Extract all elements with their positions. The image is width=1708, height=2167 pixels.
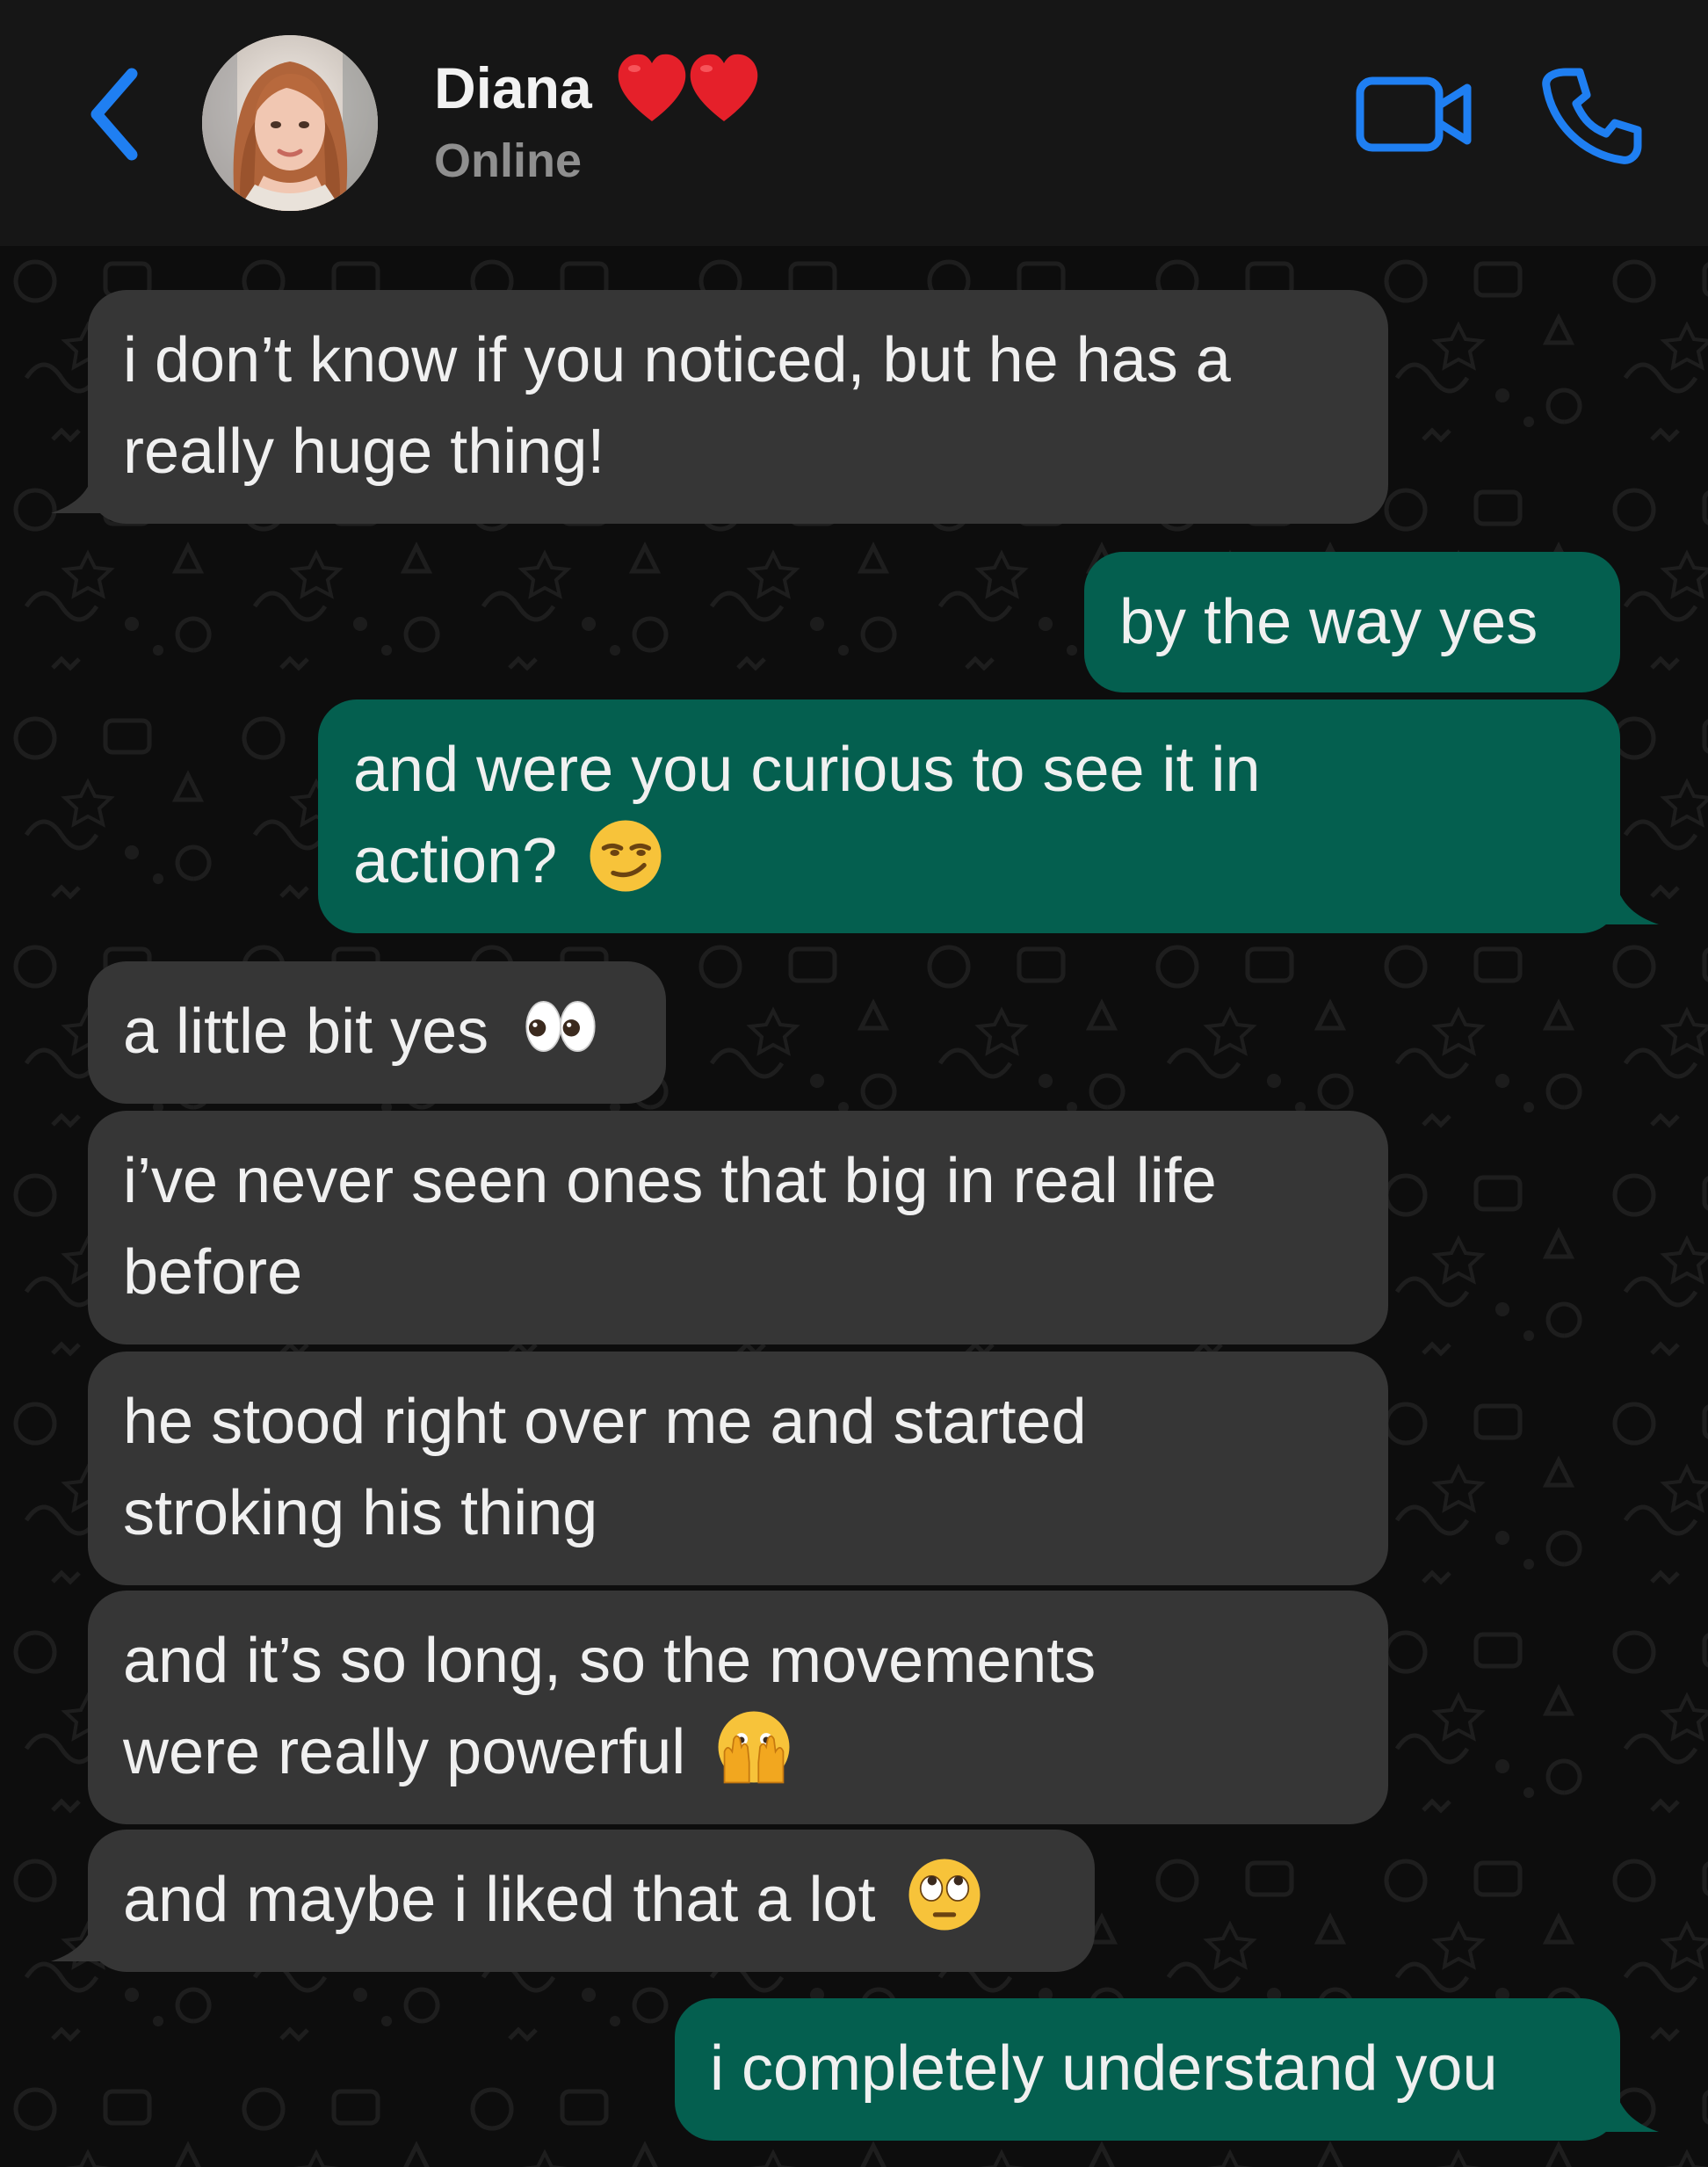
- message-bubble-incoming[interactable]: a little bit yes: [88, 961, 666, 1104]
- message-bubble-outgoing[interactable]: i completely understand you: [675, 1998, 1620, 2141]
- smirking-face-icon: [590, 820, 662, 892]
- message-text: and maybe i liked that a lot: [123, 1865, 876, 1935]
- message-line: and it’s so long, so the movements: [123, 1626, 1096, 1696]
- message-bubble-incoming[interactable]: i don’t know if you noticed, but he has …: [88, 290, 1388, 524]
- message-line: were really powerful: [123, 1707, 1353, 1798]
- bubble-tail: [1606, 2088, 1659, 2132]
- message-line: before: [123, 1237, 303, 1308]
- message-line: i’ve never seen ones that big in real li…: [123, 1146, 1217, 1216]
- message-line: and were you curious to see it in: [353, 735, 1261, 805]
- phone-call-icon: [1542, 68, 1642, 164]
- message-line: i completely understand you: [710, 2033, 1498, 2104]
- message-line: action?: [353, 815, 1585, 907]
- message-bubble-outgoing[interactable]: by the way yes: [1084, 552, 1620, 692]
- contact-avatar[interactable]: [202, 35, 378, 211]
- contact-status: Online: [434, 134, 583, 187]
- message-list[interactable]: i don’t know if you noticed, but he has …: [0, 246, 1708, 2167]
- bubble-tail: [51, 1917, 104, 1961]
- phone-call-button[interactable]: [1539, 63, 1645, 169]
- message-text: were really powerful: [123, 1717, 686, 1787]
- bubble-tail: [1606, 881, 1659, 924]
- face-with-rolling-eyes-icon: [908, 1859, 981, 1931]
- message-bubble-outgoing[interactable]: and were you curious to see it in action…: [318, 699, 1620, 933]
- chat-screen: Diana Online i don’t know if you noticed…: [0, 0, 1708, 2167]
- message-line: stroking his thing: [123, 1478, 598, 1548]
- message-bubble-incoming[interactable]: and maybe i liked that a lot: [88, 1830, 1095, 1972]
- back-button[interactable]: [77, 62, 156, 167]
- message-line: he stood right over me and started: [123, 1387, 1087, 1457]
- eyes-icon: [525, 1000, 596, 1053]
- message-text: a little bit yes: [123, 997, 489, 1067]
- message-line: really huge thing!: [123, 417, 605, 487]
- message-line: i don’t know if you noticed, but he has …: [123, 325, 1231, 395]
- message-line: a little bit yes: [123, 986, 631, 1077]
- message-bubble-incoming[interactable]: he stood right over me and started strok…: [88, 1352, 1388, 1585]
- face-with-hand-over-mouth-icon: [718, 1711, 790, 1784]
- message-bubble-incoming[interactable]: and it’s so long, so the movements were …: [88, 1591, 1388, 1824]
- avatar-photo: [202, 35, 378, 211]
- message-bubble-incoming[interactable]: i’ve never seen ones that big in real li…: [88, 1111, 1388, 1344]
- red-hearts-icon: [618, 54, 758, 121]
- chat-header: Diana Online: [0, 0, 1708, 246]
- video-call-icon: [1356, 76, 1472, 152]
- video-call-button[interactable]: [1353, 70, 1476, 158]
- message-line: and maybe i liked that a lot: [123, 1854, 1060, 1946]
- message-text: action?: [353, 826, 558, 896]
- bubble-tail: [51, 469, 104, 513]
- message-line: by the way yes: [1119, 587, 1538, 657]
- contact-name[interactable]: Diana: [434, 53, 592, 123]
- back-chevron-icon: [90, 68, 138, 161]
